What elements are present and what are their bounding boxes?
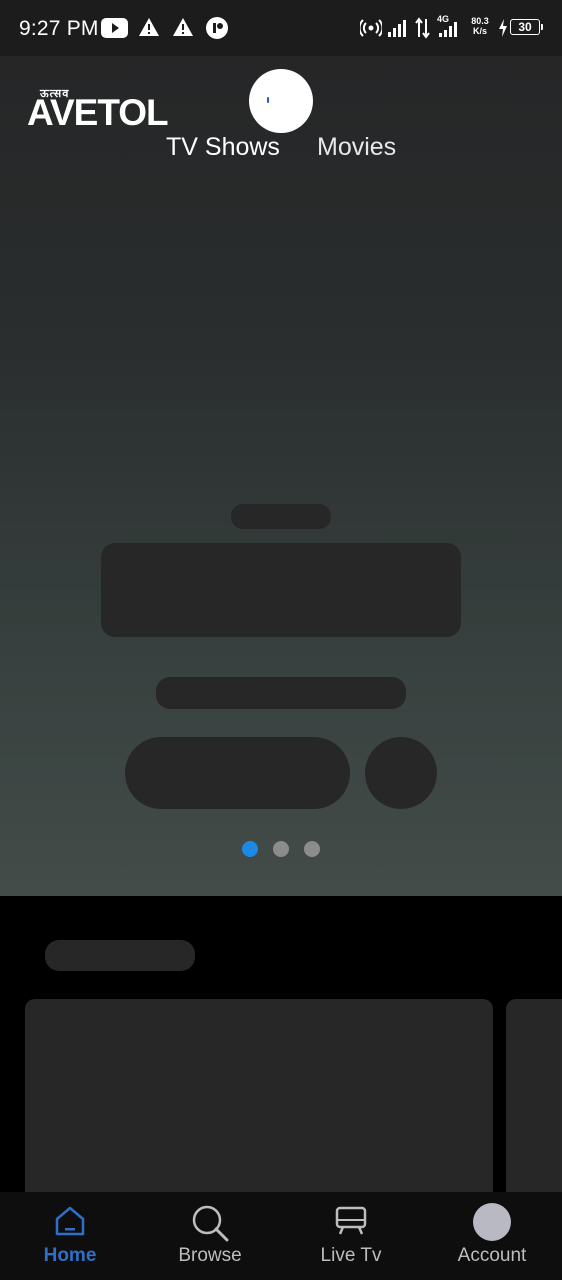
loading-spinner xyxy=(249,69,313,133)
charging-icon xyxy=(498,19,508,42)
nav-live-tv[interactable]: Live Tv xyxy=(281,1192,421,1280)
tab-tv-shows[interactable]: TV Shows xyxy=(166,133,280,162)
avatar-icon xyxy=(473,1203,511,1246)
app-notification-icon xyxy=(206,17,228,44)
skeleton-title xyxy=(101,543,461,637)
skeleton-add-button[interactable] xyxy=(365,737,437,809)
warning-icon xyxy=(138,17,160,42)
battery-indicator: 30 xyxy=(510,19,543,35)
youtube-icon xyxy=(101,18,128,43)
nav-account-label: Account xyxy=(457,1245,527,1266)
skeleton-card[interactable] xyxy=(506,999,562,1199)
status-bar: 9:27 PM 4G 80.3 K/s 30 xyxy=(0,0,562,56)
skeleton-card[interactable] xyxy=(25,999,493,1199)
nav-browse-label: Browse xyxy=(178,1245,242,1266)
nav-account[interactable]: Account xyxy=(422,1192,562,1280)
bottom-navigation: Home Browse Live Tv Account xyxy=(0,1192,562,1280)
status-time: 9:27 PM xyxy=(19,17,99,40)
nav-home[interactable]: Home xyxy=(0,1192,140,1280)
skeleton-subtitle xyxy=(156,677,406,709)
signal-icon xyxy=(438,22,460,43)
signal-icon xyxy=(387,18,409,43)
tab-movies[interactable]: Movies xyxy=(317,133,396,162)
nav-live-tv-label: Live Tv xyxy=(320,1245,382,1266)
nav-home-label: Home xyxy=(43,1245,97,1266)
carousel-dot-active[interactable] xyxy=(242,841,258,857)
skeleton-tag xyxy=(231,504,331,529)
app-logo[interactable]: AVETOL xyxy=(27,92,169,134)
skeleton-section-title xyxy=(45,940,195,971)
data-transfer-icon xyxy=(415,17,431,44)
tv-icon xyxy=(334,1204,368,1241)
carousel-dot[interactable] xyxy=(304,841,320,857)
search-icon xyxy=(190,1204,230,1247)
network-speed: 80.3 K/s xyxy=(471,16,489,36)
warning-icon xyxy=(172,17,194,42)
nav-browse[interactable]: Browse xyxy=(140,1192,280,1280)
skeleton-play-button[interactable] xyxy=(125,737,350,809)
home-icon xyxy=(53,1204,87,1243)
hotspot-icon xyxy=(358,18,384,43)
carousel-dot[interactable] xyxy=(273,841,289,857)
